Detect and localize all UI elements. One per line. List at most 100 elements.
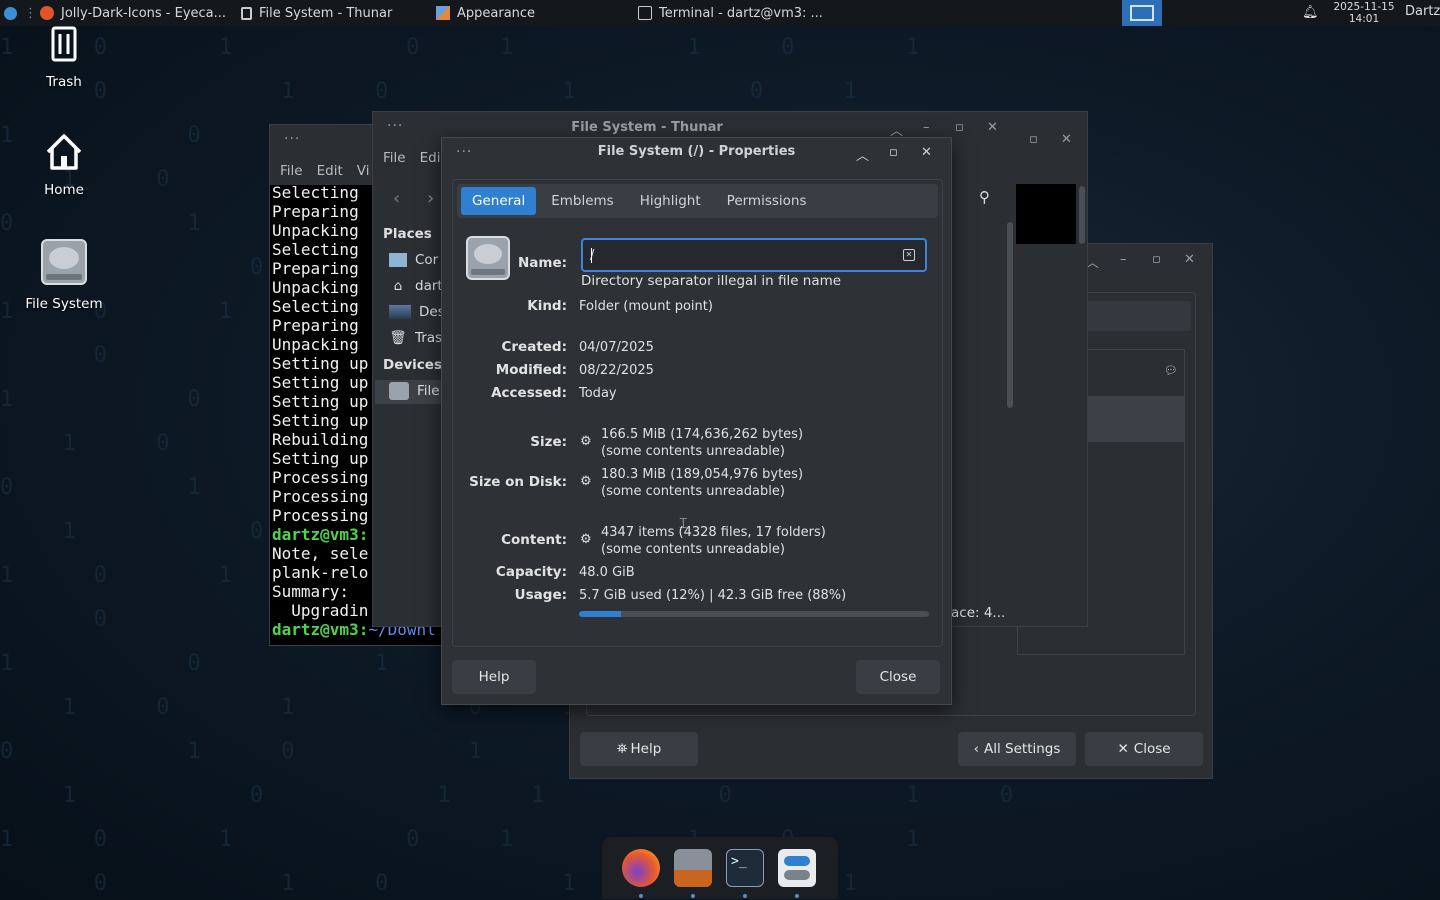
tab-emblems[interactable]: Emblems (540, 187, 625, 215)
content-label: Content: (501, 532, 567, 548)
close-button[interactable]: Close (856, 660, 940, 694)
trash-icon: 🗑︎ (389, 330, 407, 346)
desktop-icon (389, 305, 411, 319)
sidebar-item-file-system[interactable]: File (389, 382, 440, 400)
close-icon: ✕ (1117, 741, 1129, 757)
capacity-label: Capacity: (495, 564, 567, 580)
menu-edit[interactable]: Edi (420, 150, 441, 166)
computer-icon (389, 253, 407, 267)
gear-icon: ⚙ (580, 474, 592, 489)
close-icon[interactable]: ✕ (921, 145, 932, 160)
created-value: 04/07/2025 (579, 340, 654, 355)
terminal-icon[interactable]: >_ (726, 849, 764, 887)
content-value: 4347 items (4328 files, 17 folders) (601, 525, 826, 540)
task-label: Appearance (457, 5, 536, 21)
task-firefox[interactable]: Jolly-Dark-Icons - Eyeca... (32, 0, 234, 26)
workspace-icon (1130, 5, 1154, 21)
search-icon[interactable]: ⚲ (979, 188, 990, 206)
toggle-shape (784, 856, 810, 866)
comment-icon: 💬︎ (1164, 364, 1178, 377)
thunar-scrollbar[interactable] (1007, 222, 1013, 408)
maximize-icon[interactable]: ▫ (955, 120, 964, 135)
notification-bell-icon[interactable]: 🔔︎ (1302, 5, 1319, 20)
desktop-icon-label: Home (44, 182, 84, 198)
text-caret (591, 248, 592, 263)
menu-file[interactable]: File (280, 163, 303, 179)
sidebar-item-label: Cor (415, 252, 439, 268)
gear-icon: ⚙ (580, 532, 592, 547)
appearance-icon[interactable] (674, 849, 712, 887)
minimize-icon[interactable]: – (1120, 252, 1127, 267)
task-thunar[interactable]: File System - Thunar (233, 0, 400, 26)
sidebar-item-trash[interactable]: 🗑︎ Tras (389, 330, 442, 346)
toggle-shape (784, 870, 810, 880)
firefox-icon (40, 6, 54, 20)
terminal-icon (638, 6, 652, 20)
accessed-label: Accessed: (491, 385, 567, 401)
modified-value: 08/22/2025 (579, 363, 654, 378)
task-label: File System - Thunar (259, 5, 393, 21)
terminal-menubar: File Edit Vi (280, 163, 369, 179)
usage-label: Usage: (514, 587, 567, 603)
name-field[interactable]: / ✕ (581, 238, 927, 272)
menu-edit[interactable]: Edit (317, 163, 343, 179)
window-menu-icon[interactable]: ··· (284, 131, 300, 147)
tab-general[interactable]: General (461, 187, 537, 215)
all-settings-button[interactable]: ‹ All Settings (958, 732, 1076, 766)
name-label: Name: (517, 255, 567, 271)
clear-icon[interactable]: ✕ (903, 249, 915, 261)
disk-size-value: 180.3 MiB (189,054,976 bytes) (601, 467, 804, 482)
back-icon[interactable]: ‹ (393, 188, 400, 209)
sidebar-item-computer[interactable]: Cor (389, 252, 438, 268)
properties-panel: General Emblems Highlight Permissions Na… (452, 179, 943, 647)
usage-bar-fill (579, 611, 621, 617)
properties-dialog[interactable]: ··· File System (/) - Properties ︿ ▫ ✕ G… (441, 137, 952, 705)
sidebar-item-label: dart (415, 278, 443, 294)
devices-heading: Devices (383, 357, 442, 373)
tab-highlight[interactable]: Highlight (629, 187, 712, 215)
help-button[interactable]: ⛯ Help (580, 732, 698, 766)
maximize-icon-2[interactable]: ▫ (1029, 132, 1038, 147)
firefox-icon[interactable] (622, 849, 660, 887)
user-menu[interactable]: Dartz (1405, 4, 1440, 19)
tab-permissions[interactable]: Permissions (716, 187, 818, 215)
running-indicator (795, 894, 799, 898)
created-label: Created: (501, 339, 567, 355)
kind-label: Kind: (527, 298, 567, 314)
task-label: Terminal - dartz@vm3: ... (659, 5, 823, 21)
close-icon[interactable]: ✕ (987, 120, 998, 135)
maximize-icon[interactable]: ▫ (889, 145, 898, 160)
minimize-icon[interactable]: – (923, 120, 930, 135)
dialog-title: File System (/) - Properties (597, 144, 796, 159)
tab-bar: General Emblems Highlight Permissions (457, 184, 938, 218)
drive-icon (389, 382, 409, 400)
thunar-scrollbar-2[interactable] (1079, 186, 1085, 244)
help-button[interactable]: Help (452, 660, 536, 694)
usage-bar (579, 611, 929, 617)
desktop-icon-trash[interactable]: Trash (14, 26, 114, 90)
close-icon-2[interactable]: ✕ (1061, 132, 1072, 147)
close-button[interactable]: ✕ Close (1085, 732, 1203, 766)
forward-icon[interactable]: › (427, 188, 434, 209)
file-manager-icon (241, 6, 252, 20)
maximize-icon[interactable]: ▫ (1152, 252, 1161, 267)
app-menu-icon (4, 6, 17, 20)
settings-icon[interactable] (778, 849, 816, 887)
menu-view[interactable]: Vi (357, 163, 370, 179)
clock[interactable]: 2025-11-15 14:01 (1332, 1, 1396, 25)
size-note: (some contents unreadable) (601, 444, 785, 459)
menu-file[interactable]: File (383, 150, 406, 166)
task-appearance[interactable]: Appearance (428, 0, 543, 26)
running-indicator (639, 894, 643, 898)
task-terminal[interactable]: Terminal - dartz@vm3: ... (630, 0, 831, 26)
drive-icon (41, 239, 87, 285)
close-icon[interactable]: ✕ (1184, 252, 1195, 267)
sidebar-item-home[interactable]: ⌂ dart (389, 278, 443, 294)
desktop-icon-file-system[interactable]: File System (14, 236, 114, 312)
help-icon: ⛯ (616, 741, 628, 757)
help-label: Help (630, 741, 662, 757)
shade-icon[interactable]: ︿ (856, 145, 869, 164)
desktop-icon-home[interactable]: Home (14, 130, 114, 198)
workspace-switcher[interactable] (1122, 0, 1162, 26)
clock-time: 14:01 (1348, 13, 1380, 25)
